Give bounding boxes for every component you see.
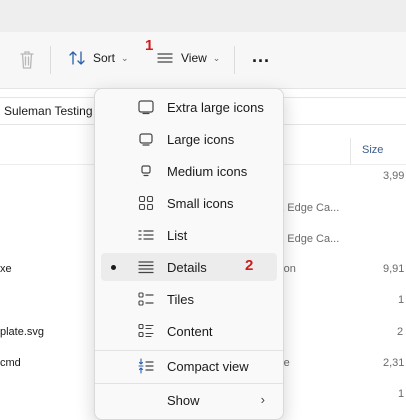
toolbar-separator <box>234 46 235 74</box>
file-size: 2,31 <box>383 357 405 369</box>
file-name: plate.svg <box>0 326 45 338</box>
menu-item-medium-icons[interactable]: Medium icons <box>101 157 277 185</box>
title-strip <box>0 0 406 32</box>
content-icon <box>138 323 154 338</box>
file-size: 1 <box>398 388 405 400</box>
more-icon: ... <box>252 46 271 66</box>
menu-item-label: Tiles <box>167 292 194 307</box>
menu-separator <box>95 383 283 384</box>
selected-bullet-icon <box>111 265 116 270</box>
menu-item-small-icons[interactable]: Small icons <box>101 189 277 217</box>
column-header-size[interactable]: Size <box>362 144 383 156</box>
compact-view-icon <box>138 358 154 374</box>
view-menu: Extra large icons Large icons Medium ico… <box>94 88 284 420</box>
sort-icon <box>69 51 85 65</box>
menu-item-compact-view[interactable]: Compact view <box>101 352 277 380</box>
menu-item-details[interactable]: Details 2 <box>101 253 277 281</box>
menu-item-label: Compact view <box>167 359 249 374</box>
more-options-button[interactable]: ... <box>252 46 270 67</box>
menu-item-tiles[interactable]: Tiles <box>101 285 277 313</box>
delete-button[interactable] <box>16 48 38 72</box>
menu-item-label: Content <box>167 324 213 339</box>
file-size: 9,91 <box>383 263 405 275</box>
chevron-down-icon: ⌄ <box>212 52 221 63</box>
sort-label: Sort <box>93 51 116 65</box>
file-name: cmd <box>0 357 21 369</box>
column-divider[interactable] <box>350 138 351 164</box>
annotation-1: 1 <box>145 37 154 54</box>
menu-item-content[interactable]: Content <box>101 317 277 345</box>
toolbar-separator <box>50 46 51 74</box>
view-label: View <box>181 51 207 65</box>
menu-item-show[interactable]: Show › <box>101 386 277 414</box>
menu-item-large-icons[interactable]: Large icons <box>101 125 277 153</box>
file-size: 1 <box>398 294 405 306</box>
menu-separator <box>95 350 283 351</box>
view-icon <box>157 53 173 63</box>
tiles-icon <box>138 292 154 306</box>
file-name: xe <box>0 263 12 275</box>
medium-icons-icon <box>141 165 151 177</box>
small-icons-icon <box>138 195 154 211</box>
menu-item-label: Large icons <box>167 132 235 147</box>
trash-icon <box>20 51 34 69</box>
large-icons-icon <box>139 133 153 146</box>
menu-item-label: Show <box>167 393 200 408</box>
details-icon <box>138 261 154 274</box>
list-icon <box>138 230 154 240</box>
menu-item-label: Small icons <box>167 196 234 211</box>
menu-item-label: List <box>167 228 188 243</box>
view-button[interactable]: View ⌄ <box>156 50 220 66</box>
file-size: 2 <box>397 326 404 338</box>
extra-large-icons-icon <box>138 100 154 115</box>
menu-item-extra-large-icons[interactable]: Extra large icons <box>101 93 277 121</box>
file-size: 3,99 <box>383 170 405 182</box>
sort-button[interactable]: Sort ⌄ <box>68 50 129 66</box>
chevron-right-icon: › <box>260 392 265 407</box>
address-path: Suleman Testing F <box>4 104 104 118</box>
menu-item-list[interactable]: List <box>101 221 277 249</box>
chevron-down-icon: ⌄ <box>121 52 129 63</box>
menu-item-label: Details <box>167 260 207 275</box>
menu-item-label: Medium icons <box>167 164 248 179</box>
annotation-2: 2 <box>245 257 254 274</box>
menu-item-label: Extra large icons <box>167 100 264 115</box>
